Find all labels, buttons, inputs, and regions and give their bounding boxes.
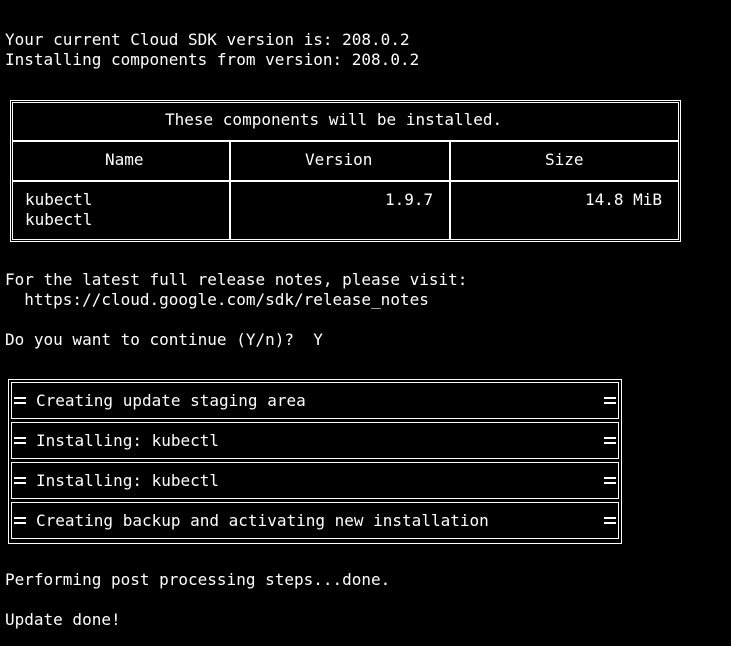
column-header-size: Size <box>545 150 584 169</box>
terminal-window[interactable]: Your current Cloud SDK version is: 208.0… <box>0 0 731 646</box>
component-size: 14.8 MiB <box>585 190 663 209</box>
component-name: kubectl <box>25 190 93 209</box>
progress-row: Creating update staging area <box>11 382 619 419</box>
continue-prompt: Do you want to continue (Y/n)? Y <box>5 330 323 349</box>
components-table: These components will be installed. Name… <box>10 100 681 242</box>
progress-row: Installing: kubectl <box>11 462 619 499</box>
progress-row: Creating backup and activating new insta… <box>11 502 619 539</box>
installing-from-line: Installing components from version: 208.… <box>5 50 420 69</box>
components-table-title: These components will be installed. <box>165 110 503 129</box>
column-header-version: Version <box>305 150 373 169</box>
progress-section: Creating update staging area Installing:… <box>8 379 622 544</box>
component-name: kubectl <box>25 210 93 229</box>
component-version: 1.9.7 <box>385 190 434 209</box>
update-done-line: Update done! <box>5 610 121 629</box>
release-notes-url: https://cloud.google.com/sdk/release_not… <box>5 290 429 309</box>
column-header-name: Name <box>105 150 144 169</box>
progress-label: Installing: kubectl <box>36 431 220 450</box>
progress-label: Creating backup and activating new insta… <box>36 511 489 530</box>
progress-label: Installing: kubectl <box>36 471 220 490</box>
progress-row: Installing: kubectl <box>11 422 619 459</box>
sdk-version-line: Your current Cloud SDK version is: 208.0… <box>5 30 410 49</box>
post-processing-line: Performing post processing steps...done. <box>5 570 391 589</box>
progress-label: Creating update staging area <box>36 391 306 410</box>
release-notes-intro: For the latest full release notes, pleas… <box>5 270 468 289</box>
